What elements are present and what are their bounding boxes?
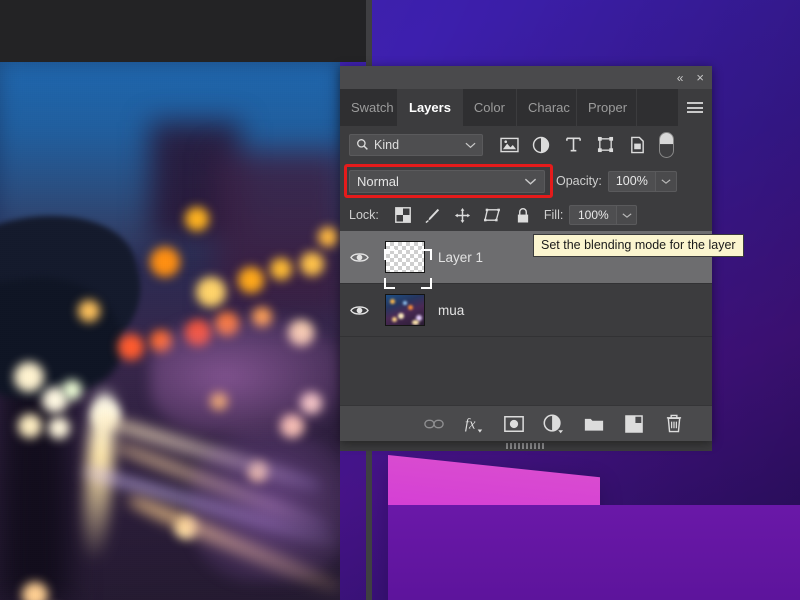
- lock-label: Lock:: [349, 208, 379, 222]
- tooltip: Set the blending mode for the layer: [533, 234, 744, 257]
- new-layer-button[interactable]: [614, 409, 654, 439]
- layer-thumbnail-wrap: [378, 294, 432, 326]
- eye-visibility-icon[interactable]: [340, 304, 378, 317]
- svg-text:fx: fx: [465, 416, 476, 432]
- lock-position-icon[interactable]: [448, 203, 478, 227]
- screen: « × Swatch Layers Color Charac Proper: [0, 0, 800, 600]
- fill-input[interactable]: 100%: [569, 205, 617, 225]
- document-image: [0, 62, 340, 600]
- blend-mode-value: Normal: [357, 174, 399, 189]
- tab-label: Charac: [528, 100, 570, 115]
- layer-name[interactable]: mua: [432, 303, 464, 318]
- lock-artboard-nesting-icon[interactable]: [478, 203, 508, 227]
- add-layer-mask-button[interactable]: [494, 409, 534, 439]
- tab-label: Proper: [588, 100, 627, 115]
- hamburger-menu-icon[interactable]: [678, 89, 712, 126]
- collapse-panel-icon[interactable]: «: [677, 72, 683, 84]
- tab-swatches[interactable]: Swatch: [340, 89, 398, 126]
- fill-dropdown-button[interactable]: [617, 205, 637, 225]
- layer-thumbnail-transparent: [385, 241, 425, 273]
- link-layers-button[interactable]: [414, 409, 454, 439]
- chevron-down-icon: [524, 177, 537, 186]
- blend-mode-select[interactable]: Normal: [349, 170, 545, 193]
- new-group-button[interactable]: [574, 409, 614, 439]
- tab-label: Layers: [409, 100, 451, 115]
- panel-resize-grip[interactable]: [340, 441, 712, 451]
- panel-footer-toolbar: fx: [340, 405, 712, 441]
- fill-label: Fill:: [544, 208, 563, 222]
- filter-shape-layers-icon[interactable]: [589, 132, 621, 158]
- panel-titlebar: « ×: [340, 66, 712, 89]
- filter-toggle-switch[interactable]: [659, 132, 674, 158]
- opacity-dropdown-button[interactable]: [656, 171, 677, 192]
- tab-layers[interactable]: Layers: [398, 89, 463, 126]
- lock-image-pixels-icon[interactable]: [418, 203, 448, 227]
- tab-color[interactable]: Color: [463, 89, 517, 126]
- tab-character[interactable]: Charac: [517, 89, 577, 126]
- opacity-input[interactable]: 100%: [608, 171, 656, 192]
- filter-kind-select[interactable]: Kind: [349, 134, 483, 156]
- filter-type-icons: [493, 132, 674, 158]
- opacity-label: Opacity:: [556, 174, 602, 188]
- delete-layer-button[interactable]: [654, 409, 694, 439]
- lock-transparent-pixels-icon[interactable]: [388, 203, 418, 227]
- canvas-purple-shape: [388, 505, 800, 600]
- close-panel-icon[interactable]: ×: [696, 71, 704, 84]
- panel-tab-bar: Swatch Layers Color Charac Proper: [340, 89, 712, 126]
- search-icon: [356, 138, 369, 151]
- filter-type-layers-icon[interactable]: [557, 132, 589, 158]
- eye-visibility-icon[interactable]: [340, 251, 378, 264]
- filter-adjustment-layers-icon[interactable]: [525, 132, 557, 158]
- blend-mode-row: Normal Opacity: 100%: [340, 163, 712, 199]
- filter-pixel-layers-icon[interactable]: [493, 132, 525, 158]
- layer-style-button[interactable]: fx: [454, 409, 494, 439]
- tab-label: Swatch: [351, 100, 394, 115]
- tab-properties[interactable]: Proper: [577, 89, 637, 126]
- table-row[interactable]: mua: [340, 284, 712, 337]
- chevron-down-icon: [465, 141, 476, 149]
- new-adjustment-layer-button[interactable]: [534, 409, 574, 439]
- lock-all-icon[interactable]: [508, 203, 538, 227]
- layer-filter-row: Kind: [340, 126, 712, 163]
- hamburger-menu-glyph: [687, 102, 703, 113]
- layer-thumbnail-photo: [385, 294, 425, 326]
- filter-kind-label: Kind: [374, 138, 399, 152]
- filter-smart-object-icon[interactable]: [621, 132, 653, 158]
- photo-grain: [0, 62, 340, 600]
- tab-label: Color: [474, 100, 505, 115]
- workspace-dark-area: [0, 0, 372, 62]
- layer-name[interactable]: Layer 1: [432, 250, 483, 265]
- lock-row: Lock:: [340, 199, 712, 231]
- layer-thumbnail-wrap: [378, 241, 432, 273]
